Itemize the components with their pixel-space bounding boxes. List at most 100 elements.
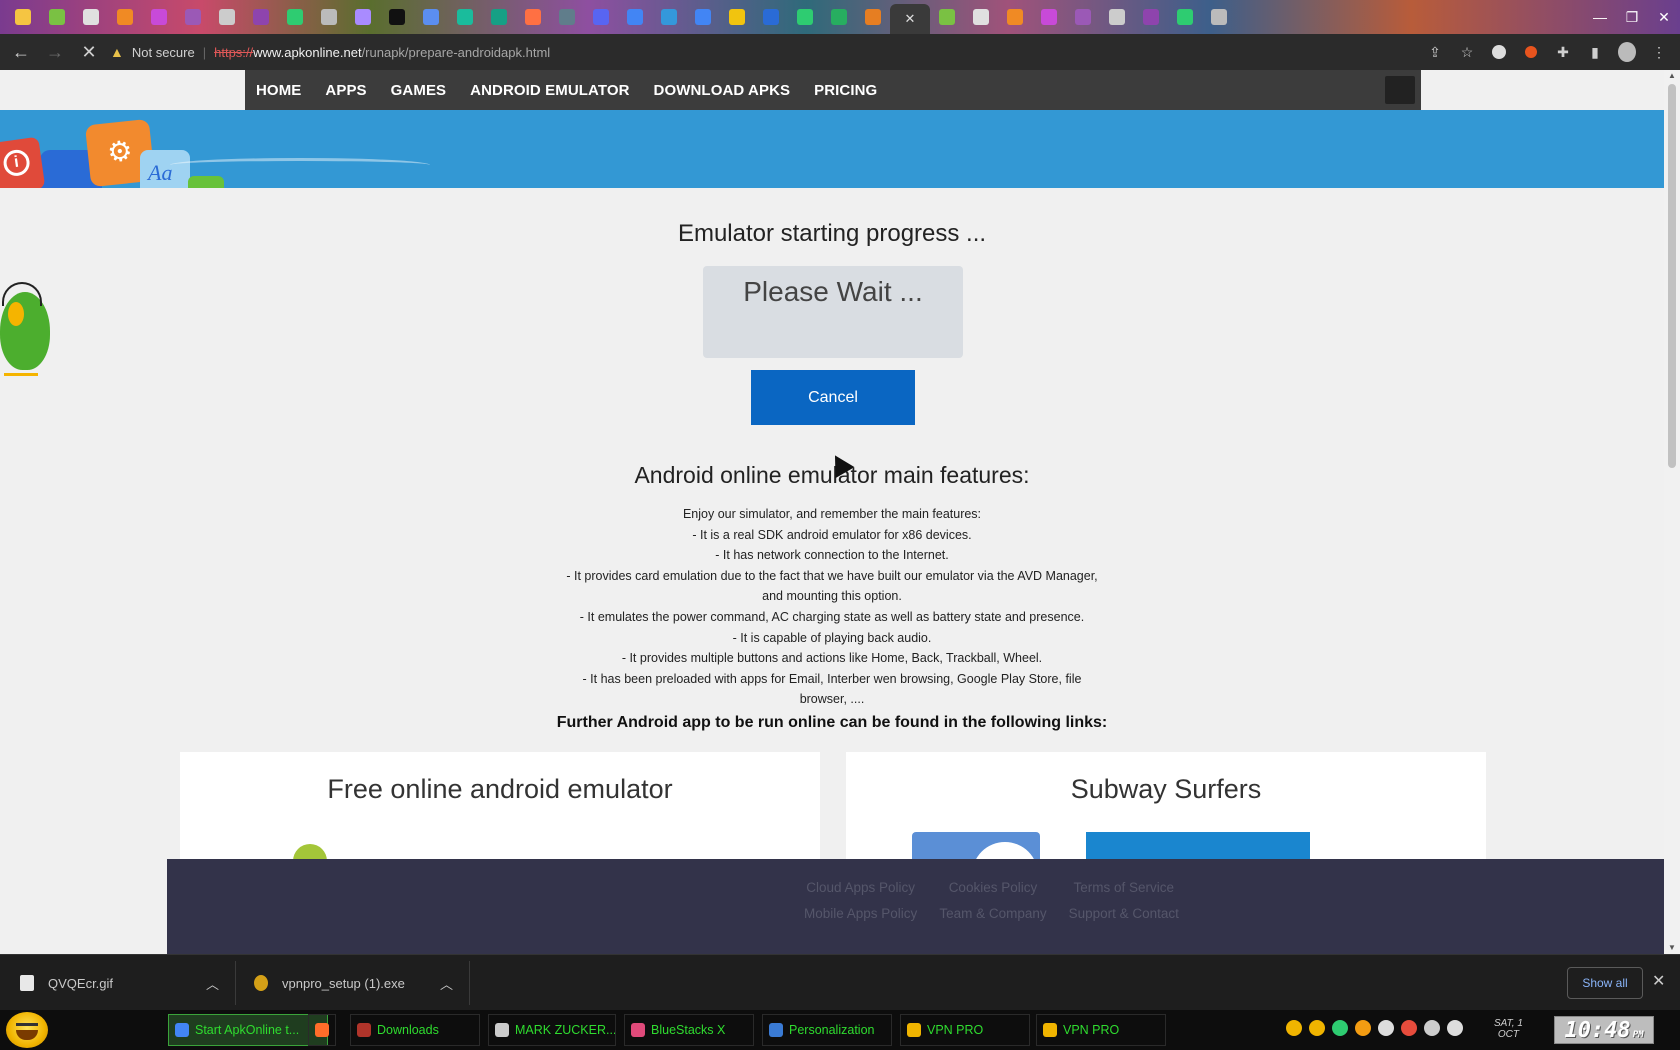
nav-apps[interactable]: APPS — [325, 82, 366, 99]
side-panel-icon[interactable]: ▮ — [1586, 43, 1604, 61]
browser-tab[interactable] — [74, 0, 108, 34]
browser-tab[interactable] — [930, 0, 964, 34]
tray-icon[interactable] — [1286, 1020, 1302, 1036]
download-item[interactable]: QVQEcr.gif ︿ — [20, 955, 220, 1011]
card-free-online-android-emulator[interactable]: Free online android emulator — [180, 752, 820, 872]
nav-download-apks[interactable]: DOWNLOAD APKS — [654, 82, 791, 99]
menu-icon[interactable]: ⋮ — [1650, 43, 1668, 61]
browser-tab[interactable] — [964, 0, 998, 34]
card-title[interactable]: Free online android emulator — [180, 774, 820, 805]
browser-tab[interactable] — [1134, 0, 1168, 34]
cancel-button[interactable]: Cancel — [751, 370, 915, 425]
browser-tab[interactable] — [1202, 0, 1236, 34]
browser-tab[interactable] — [380, 0, 414, 34]
browser-tab[interactable] — [346, 0, 380, 34]
bookmark-star-icon[interactable]: ☆ — [1458, 43, 1476, 61]
footer-link-support-contact[interactable]: Support & Contact — [1069, 906, 1179, 921]
browser-tab[interactable] — [618, 0, 652, 34]
scroll-up-icon[interactable]: ▲ — [1666, 71, 1678, 81]
taskbar-button[interactable]: Downloads — [350, 1014, 480, 1046]
tray-icon[interactable] — [1309, 1020, 1325, 1036]
security-label[interactable]: Not secure — [132, 45, 195, 60]
nav-pricing[interactable]: PRICING — [814, 82, 877, 99]
browser-tab[interactable] — [278, 0, 312, 34]
download-item[interactable]: vpnpro_setup (1).exe ︿ — [254, 955, 454, 1011]
taskbar-button[interactable]: Personalization — [762, 1014, 892, 1046]
browser-tab[interactable] — [856, 0, 890, 34]
close-window-button[interactable]: ✕ — [1648, 0, 1680, 34]
footer-link-cloud-apps-policy[interactable]: Cloud Apps Policy — [804, 880, 917, 895]
browser-tab[interactable] — [210, 0, 244, 34]
browser-tab[interactable] — [720, 0, 754, 34]
nav-home[interactable]: HOME — [256, 82, 301, 99]
tray-icon[interactable] — [1378, 1020, 1394, 1036]
nav-android-emulator[interactable]: ANDROID EMULATOR — [470, 82, 629, 99]
browser-tab[interactable] — [754, 0, 788, 34]
puzzle-icon[interactable]: ✚ — [1554, 43, 1572, 61]
browser-tab[interactable] — [516, 0, 550, 34]
tray-icon[interactable] — [1401, 1020, 1417, 1036]
taskbar-button[interactable]: VPN PRO — [1036, 1014, 1166, 1046]
tray-icon[interactable] — [1424, 1020, 1440, 1036]
footer-link-cookies-policy[interactable]: Cookies Policy — [939, 880, 1046, 895]
chevron-up-icon[interactable]: ︿ — [440, 974, 453, 993]
browser-tab[interactable] — [448, 0, 482, 34]
extension-icon[interactable] — [1522, 43, 1540, 61]
browser-tab[interactable] — [414, 0, 448, 34]
browser-tab[interactable] — [550, 0, 584, 34]
taskbar-button[interactable]: MARK ZUCKER... — [488, 1014, 616, 1046]
footer-link-terms-of-service[interactable]: Terms of Service — [1069, 880, 1179, 895]
browser-tab[interactable] — [312, 0, 346, 34]
address-bar[interactable]: ▲ Not secure | https:// www.apkonline.ne… — [110, 38, 1465, 66]
card-title[interactable]: Subway Surfers — [846, 774, 1486, 805]
close-tab-icon[interactable]: ✕ — [905, 11, 916, 27]
forward-icon[interactable]: → — [42, 39, 68, 65]
tray-icon[interactable] — [1332, 1020, 1348, 1036]
footer-link-team-company[interactable]: Team & Company — [939, 906, 1046, 921]
browser-tab[interactable] — [482, 0, 516, 34]
scrollbar-thumb[interactable] — [1668, 84, 1676, 468]
tray-icon[interactable] — [1447, 1020, 1463, 1036]
active-tab[interactable]: ✕ — [890, 4, 930, 34]
browser-tab[interactable] — [1032, 0, 1066, 34]
taskbar-button[interactable]: Start ApkOnline t... — [168, 1014, 328, 1046]
browser-tab[interactable] — [108, 0, 142, 34]
tray-clock[interactable]: 10:48 PM — [1554, 1016, 1654, 1044]
browser-tab[interactable] — [1100, 0, 1134, 34]
vertical-scrollbar[interactable]: ▲ ▼ — [1664, 70, 1680, 954]
browser-tab[interactable] — [1168, 0, 1202, 34]
scroll-down-icon[interactable]: ▼ — [1666, 943, 1678, 953]
back-icon[interactable]: ← — [8, 39, 34, 65]
footer-link-mobile-apps-policy[interactable]: Mobile Apps Policy — [804, 906, 917, 921]
browser-tab[interactable] — [6, 0, 40, 34]
minimize-button[interactable]: — — [1584, 0, 1616, 34]
extension-icon[interactable] — [1490, 43, 1508, 61]
taskbar-button[interactable] — [308, 1014, 336, 1046]
parrot-mascot[interactable] — [0, 282, 54, 378]
browser-tab[interactable] — [244, 0, 278, 34]
browser-tab[interactable] — [584, 0, 618, 34]
nav-games[interactable]: GAMES — [391, 82, 447, 99]
browser-tab[interactable] — [176, 0, 210, 34]
show-all-button[interactable]: Show all — [1567, 967, 1643, 999]
chevron-up-icon[interactable]: ︿ — [206, 974, 219, 993]
browser-tab[interactable] — [998, 0, 1032, 34]
browser-tab[interactable] — [686, 0, 720, 34]
browser-tab[interactable] — [822, 0, 856, 34]
nav-menu-button[interactable] — [1385, 76, 1415, 104]
share-icon[interactable]: ⇪ — [1426, 43, 1444, 61]
stop-loading-icon[interactable]: ✕ — [76, 39, 102, 65]
taskbar-button[interactable]: BlueStacks X — [624, 1014, 754, 1046]
close-icon[interactable]: ✕ — [1652, 971, 1665, 991]
browser-tab[interactable] — [142, 0, 176, 34]
tray-icon[interactable] — [1355, 1020, 1371, 1036]
taskbar-button[interactable]: VPN PRO — [900, 1014, 1030, 1046]
maximize-button[interactable]: ❐ — [1616, 0, 1648, 34]
profile-icon[interactable] — [1618, 42, 1636, 62]
start-button[interactable] — [6, 1012, 48, 1048]
browser-tab[interactable] — [788, 0, 822, 34]
browser-tab[interactable] — [40, 0, 74, 34]
card-subway-surfers[interactable]: Subway Surfers — [846, 752, 1486, 882]
browser-tab[interactable] — [1066, 0, 1100, 34]
browser-tab[interactable] — [652, 0, 686, 34]
